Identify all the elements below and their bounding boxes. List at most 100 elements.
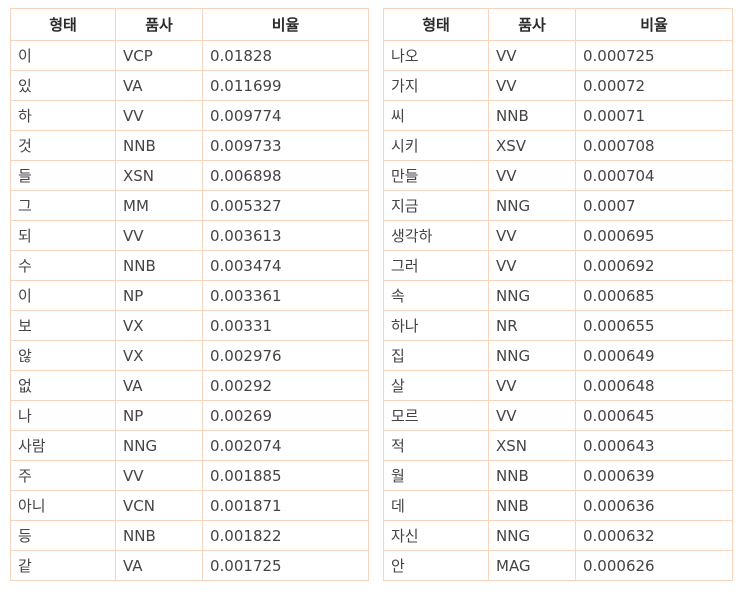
cell-ratio: 0.01828 [202,40,369,71]
table-row: 가지 VV 0.00072 [383,70,733,101]
table-header-row: 형태 품사 비율 [383,8,733,41]
cell-ratio: 0.000708 [575,130,733,161]
cell-form: 주 [10,460,116,491]
cell-pos: NNB [115,520,203,551]
cell-form: 적 [383,430,489,461]
cell-pos: VX [115,310,203,341]
cell-form: 생각하 [383,220,489,251]
table-row: 데 NNB 0.000636 [383,490,733,521]
cell-form: 하나 [383,310,489,341]
cell-form: 시키 [383,130,489,161]
cell-form: 같 [10,550,116,581]
table-row: 월 NNB 0.000639 [383,460,733,491]
cell-form: 하 [10,100,116,131]
cell-ratio: 0.001871 [202,490,369,521]
table-row: 하 VV 0.009774 [10,100,369,131]
cell-ratio: 0.000725 [575,40,733,71]
cell-pos: MAG [488,550,576,581]
cell-form: 것 [10,130,116,161]
cell-pos: VV [115,220,203,251]
cell-form: 씨 [383,100,489,131]
table-row: 만들 VV 0.000704 [383,160,733,191]
cell-ratio: 0.0007 [575,190,733,221]
cell-ratio: 0.009733 [202,130,369,161]
table-row: 있 VA 0.011699 [10,70,369,101]
table-row: 주 VV 0.001885 [10,460,369,491]
table-row: 않 VX 0.002976 [10,340,369,371]
cell-form: 지금 [383,190,489,221]
table-row: 안 MAG 0.000626 [383,550,733,581]
cell-ratio: 0.001822 [202,520,369,551]
table-row: 없 VA 0.00292 [10,370,369,401]
table-row: 이 VCP 0.01828 [10,40,369,71]
cell-form: 등 [10,520,116,551]
table-row: 씨 NNB 0.00071 [383,100,733,131]
cell-form: 이 [10,280,116,311]
cell-pos: NP [115,280,203,311]
table-row: 사람 NNG 0.002074 [10,430,369,461]
cell-ratio: 0.00292 [202,370,369,401]
cell-form: 없 [10,370,116,401]
cell-ratio: 0.006898 [202,160,369,191]
cell-pos: NR [488,310,576,341]
cell-ratio: 0.000649 [575,340,733,371]
table-row: 들 XSN 0.006898 [10,160,369,191]
table-row: 생각하 VV 0.000695 [383,220,733,251]
table-row: 자신 NNG 0.000632 [383,520,733,551]
cell-pos: MM [115,190,203,221]
table-row: 집 NNG 0.000649 [383,340,733,371]
cell-pos: VV [488,220,576,251]
cell-pos: VV [488,70,576,101]
table-row: 모르 VV 0.000645 [383,400,733,431]
header-ratio: 비율 [575,8,733,41]
cell-form: 이 [10,40,116,71]
table-row: 적 XSN 0.000643 [383,430,733,461]
header-form: 형태 [383,8,489,41]
cell-form: 사람 [10,430,116,461]
table-row: 것 NNB 0.009733 [10,130,369,161]
cell-ratio: 0.00269 [202,400,369,431]
header-pos: 품사 [488,8,576,41]
cell-pos: VV [488,400,576,431]
frequency-table-left: 형태 품사 비율 이 VCP 0.01828 있 VA 0.011699 하 VV 0.009774… [10,8,369,581]
table-row: 나 NP 0.00269 [10,400,369,431]
cell-pos: NNB [488,460,576,491]
cell-ratio: 0.00331 [202,310,369,341]
table-row: 되 VV 0.003613 [10,220,369,251]
cell-pos: NNG [488,190,576,221]
cell-pos: VV [488,250,576,281]
cell-ratio: 0.001725 [202,550,369,581]
cell-form: 집 [383,340,489,371]
cell-form: 속 [383,280,489,311]
table-row: 시키 XSV 0.000708 [383,130,733,161]
cell-form: 그러 [383,250,489,281]
cell-pos: VX [115,340,203,371]
cell-ratio: 0.000692 [575,250,733,281]
cell-ratio: 0.000632 [575,520,733,551]
cell-pos: VV [115,460,203,491]
cell-form: 들 [10,160,116,191]
cell-ratio: 0.009774 [202,100,369,131]
cell-pos: VV [488,370,576,401]
table-row: 보 VX 0.00331 [10,310,369,341]
cell-ratio: 0.000626 [575,550,733,581]
cell-pos: NNB [115,250,203,281]
header-form: 형태 [10,8,116,41]
table-row: 속 NNG 0.000685 [383,280,733,311]
header-ratio: 비율 [202,8,369,41]
table-row: 그러 VV 0.000692 [383,250,733,281]
cell-form: 자신 [383,520,489,551]
cell-form: 있 [10,70,116,101]
cell-form: 모르 [383,400,489,431]
cell-pos: VV [488,160,576,191]
cell-ratio: 0.000695 [575,220,733,251]
cell-ratio: 0.003613 [202,220,369,251]
header-pos: 품사 [115,8,203,41]
cell-form: 나오 [383,40,489,71]
cell-pos: VV [488,40,576,71]
cell-ratio: 0.002976 [202,340,369,371]
table-row: 나오 VV 0.000725 [383,40,733,71]
table-row: 하나 NR 0.000655 [383,310,733,341]
cell-pos: NNB [488,100,576,131]
cell-form: 않 [10,340,116,371]
